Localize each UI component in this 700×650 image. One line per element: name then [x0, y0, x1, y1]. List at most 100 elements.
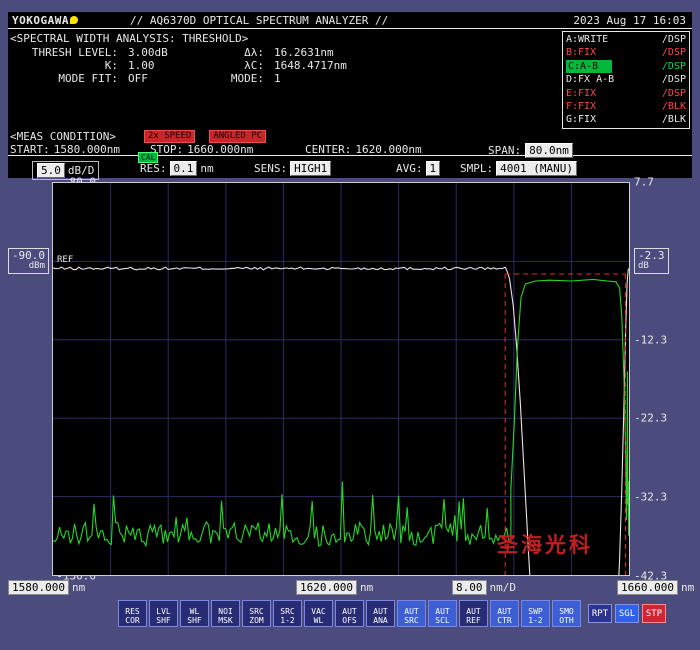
- trace-mode: /DSP: [662, 46, 686, 59]
- softkey-label: MSK: [218, 616, 232, 625]
- softkey-label: AUT: [497, 607, 511, 616]
- mode-fit-label: MODE FIT:: [10, 72, 118, 85]
- trace-row-e[interactable]: E:FIX/DSP: [566, 87, 686, 100]
- analysis-title: <SPECTRAL WIDTH ANALYSIS: THRESHOLD>: [10, 32, 347, 45]
- y-tick: 7.7: [632, 176, 698, 189]
- softkey-label: SHF: [187, 616, 201, 625]
- softkey-label: OFS: [342, 616, 356, 625]
- repeat-sweep-button[interactable]: RPT: [588, 604, 612, 623]
- smpl-field[interactable]: 4001 (MANU): [496, 161, 577, 176]
- trace-mode: /DSP: [662, 87, 686, 100]
- softkey-lvl-shf[interactable]: LVLSHF: [149, 600, 178, 627]
- angled-pc-badge: ANGLED PC: [209, 130, 266, 143]
- res-label: RES:: [140, 162, 167, 175]
- rel-level-box: -2.3dB: [634, 248, 669, 274]
- softkey-src-zom[interactable]: SRCZOM: [242, 600, 271, 627]
- sens-label: SENS:: [254, 162, 287, 175]
- softkey-swp-1-2[interactable]: SWP1-2: [521, 600, 550, 627]
- x-unit: nm: [360, 581, 373, 594]
- analysis-row: K: 1.00 λC: 1648.4717nm: [10, 59, 347, 72]
- rel-level-unit: dB: [638, 261, 665, 272]
- y-tick: -22.3: [632, 412, 698, 425]
- span-label: SPAN:: [488, 144, 521, 157]
- k-label: K:: [10, 59, 118, 72]
- softkey-vac-wl[interactable]: VACWL: [304, 600, 333, 627]
- y-axis-right: 7.7 -2.3dB -12.3 -22.3 -32.3 -42.3: [632, 182, 698, 576]
- start-label: START:: [10, 143, 50, 156]
- trace-row-d[interactable]: D:FX A-B/DSP: [566, 73, 686, 86]
- span-value[interactable]: 80.0nm: [525, 143, 573, 158]
- meas-condition-header: <MEAS CONDITION> 2x SPEED ANGLED PC: [10, 130, 280, 143]
- res-unit: nm: [200, 162, 213, 175]
- lambda-c-value: 1648.4717nm: [264, 59, 347, 72]
- smpl-label: SMPL:: [460, 162, 493, 175]
- softkey-label: AUT: [404, 607, 418, 616]
- softkey-src-1-2[interactable]: SRC1-2: [273, 600, 302, 627]
- x-start-box: 1580.000: [8, 580, 69, 595]
- softkey-label: AUT: [466, 607, 480, 616]
- x-stop-box: 1660.000: [617, 580, 678, 595]
- softkey-aut-scl[interactable]: AUTSCL: [428, 600, 457, 627]
- softkey-aut-src[interactable]: AUTSRC: [397, 600, 426, 627]
- softkey-label: SRC: [280, 607, 294, 616]
- softkey-wl-shf[interactable]: WLSHF: [180, 600, 209, 627]
- header-panel: YOKOGAWA // AQ6370D OPTICAL SPECTRUM ANA…: [8, 12, 692, 178]
- trace-row-a[interactable]: A:WRITE/DSP: [566, 33, 686, 46]
- softkey-label: SCL: [435, 616, 449, 625]
- trace-row-f[interactable]: F:FIX/BLK: [566, 100, 686, 113]
- yokogawa-logo: YOKOGAWA: [12, 14, 69, 27]
- center-label: CENTER:: [305, 143, 351, 156]
- trace-name: A:WRITE: [566, 33, 608, 46]
- y-tick: -32.3: [632, 491, 698, 504]
- softkey-noi-msk[interactable]: NOIMSK: [211, 600, 240, 627]
- softkey-aut-ofs[interactable]: AUTOFS: [335, 600, 364, 627]
- lambda-c-label: λC:: [222, 59, 264, 72]
- avg-field[interactable]: 1: [426, 161, 441, 176]
- trace-row-c[interactable]: C:A-B/DSP: [566, 60, 686, 73]
- trace-name: B:FIX: [566, 46, 596, 59]
- softkey-smo-oth[interactable]: SMOOTH: [552, 600, 581, 627]
- mode-value: 1: [264, 72, 281, 85]
- softkey-label: SHF: [156, 616, 170, 625]
- trace-mode: /DSP: [662, 60, 686, 73]
- res-field[interactable]: 0.1: [170, 161, 198, 176]
- softkey-aut-ctr[interactable]: AUTCTR: [490, 600, 519, 627]
- x-axis: 1580.000nm 1620.000nm 8.00nm/D 1660.000n…: [0, 580, 700, 596]
- analysis-panel: <SPECTRAL WIDTH ANALYSIS: THRESHOLD> THR…: [10, 32, 347, 85]
- softkey-label: 1-2: [280, 616, 294, 625]
- trace-row-g[interactable]: G:FIX/BLK: [566, 113, 686, 126]
- speed-badge: 2x SPEED: [144, 130, 195, 143]
- analysis-row: THRESH LEVEL: 3.00dB Δλ: 16.2631nm: [10, 46, 347, 59]
- toolbar: RESCORLVLSHFWLSHFNOIMSKSRCZOMSRC1-2VACWL…: [0, 600, 700, 634]
- center-value: 1620.000nm: [355, 143, 421, 156]
- app-title: // AQ6370D OPTICAL SPECTRUM ANALYZER //: [130, 14, 388, 27]
- softkey-label: AUT: [342, 607, 356, 616]
- y-axis-left: -80.0 -90.0dBm -100.0 -110.0 -120.0 -130…: [0, 182, 49, 576]
- ref-level-box: -90.0dBm: [8, 248, 49, 274]
- softkey-label: OTH: [559, 616, 573, 625]
- softkey-aut-ref[interactable]: AUTREF: [459, 600, 488, 627]
- single-sweep-button[interactable]: SGL: [615, 604, 639, 623]
- softkey-label: ANA: [373, 616, 387, 625]
- sens-field[interactable]: HIGH1: [290, 161, 331, 176]
- delta-lambda-value: 16.2631nm: [264, 46, 334, 59]
- spectrum-plot: [53, 183, 629, 575]
- softkey-label: LVL: [156, 607, 170, 616]
- x-scale-unit: nm/D: [490, 581, 517, 594]
- spectrum-display[interactable]: REF 圣海光科: [52, 182, 630, 576]
- stop-value: 1660.000nm: [187, 143, 253, 156]
- settings-bar: CAL 5.0dB/D RES:0.1nm SENS:HIGH1 AVG:1 S…: [8, 158, 692, 178]
- yokogawa-logo-mark-icon: [70, 16, 78, 24]
- x-center-box: 1620.000: [296, 580, 357, 595]
- y-tick: -12.3: [632, 333, 698, 346]
- softkey-label: SRC: [249, 607, 263, 616]
- trace-row-b[interactable]: B:FIX/DSP: [566, 46, 686, 59]
- stop-sweep-button[interactable]: STP: [642, 604, 666, 623]
- softkey-aut-ana[interactable]: AUTANA: [366, 600, 395, 627]
- sweep-controls: RPT SGL STP: [588, 604, 666, 623]
- ref-marker-label: REF: [57, 255, 73, 265]
- softkey-res-cor[interactable]: RESCOR: [118, 600, 147, 627]
- meas-condition: <MEAS CONDITION> 2x SPEED ANGLED PC STAR…: [8, 130, 692, 156]
- trace-mode: /BLK: [662, 100, 686, 113]
- watermark: 圣海光科: [497, 529, 593, 559]
